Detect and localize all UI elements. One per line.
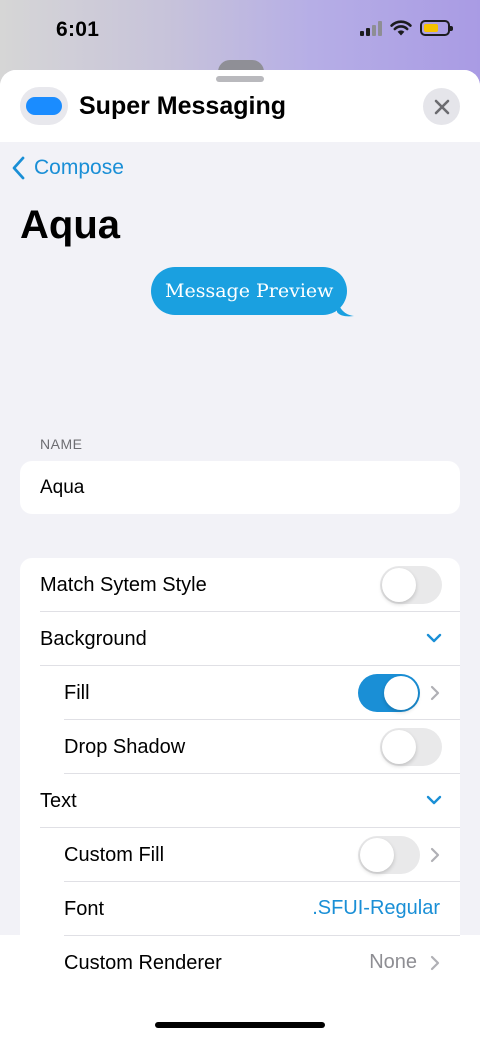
chevron-right-icon [430, 685, 440, 701]
status-bar: 6:01 [0, 0, 480, 64]
chevron-down-icon [426, 795, 442, 805]
match-system-style-toggle[interactable] [380, 566, 442, 604]
font-label: Font [64, 897, 105, 920]
app-title: Super Messaging [79, 92, 286, 120]
toggle-knob [384, 676, 418, 710]
chevron-right-icon [430, 847, 440, 863]
style-settings-group: Match Sytem Style Background Fill Drop S… [20, 558, 460, 991]
battery-level-fill [424, 24, 438, 32]
chevron-right-icon [430, 955, 440, 971]
name-field[interactable] [20, 461, 460, 514]
custom-renderer-row[interactable]: Custom Renderer None [20, 936, 460, 990]
font-row[interactable]: Font .SFUI-Regular [20, 882, 460, 936]
message-bubble-icon [26, 97, 62, 115]
drop-shadow-toggle[interactable] [380, 728, 442, 766]
app-icon [20, 87, 68, 125]
custom-renderer-label: Custom Renderer [64, 951, 222, 974]
wifi-icon [390, 20, 412, 36]
message-preview: Message Preview [151, 267, 355, 317]
fill-toggle[interactable] [358, 674, 420, 712]
match-system-style-label: Match Sytem Style [40, 573, 207, 596]
message-preview-text: Message Preview [165, 280, 334, 302]
drop-shadow-label: Drop Shadow [64, 735, 186, 758]
drop-shadow-row: Drop Shadow [20, 720, 460, 774]
custom-fill-label: Custom Fill [64, 843, 165, 866]
chevron-down-icon [426, 633, 442, 643]
bubble-tail-icon [337, 299, 355, 317]
toggle-knob [360, 838, 394, 872]
back-button[interactable]: Compose [12, 156, 124, 180]
sheet-grabber[interactable] [216, 76, 264, 82]
toggle-knob [382, 730, 416, 764]
settings-sheet: Super Messaging Compose Aqua Message Pre… [0, 70, 480, 1039]
font-value[interactable]: .SFUI-Regular [312, 897, 440, 920]
sheet-content: Compose Aqua Message Preview NAME Match … [0, 142, 480, 991]
cellular-signal-icon [360, 20, 382, 36]
close-button[interactable] [423, 88, 460, 125]
status-icons [360, 20, 453, 36]
close-icon [434, 99, 449, 114]
name-section-label: NAME [40, 436, 83, 452]
back-label: Compose [34, 156, 124, 179]
page-title: Aqua [20, 203, 120, 247]
chevron-left-icon [12, 156, 25, 180]
status-time: 6:01 [56, 18, 100, 41]
text-label: Text [40, 789, 77, 812]
sheet-header: Super Messaging [0, 70, 480, 142]
fill-row[interactable]: Fill [20, 666, 460, 720]
toggle-knob [382, 568, 416, 602]
custom-renderer-value: None [369, 951, 417, 973]
text-section-row[interactable]: Text [20, 774, 460, 828]
message-preview-bubble: Message Preview [151, 267, 348, 315]
battery-icon [420, 20, 453, 36]
home-indicator[interactable] [155, 1022, 325, 1028]
custom-fill-toggle[interactable] [358, 836, 420, 874]
custom-fill-row[interactable]: Custom Fill [20, 828, 460, 882]
background-label: Background [40, 627, 147, 650]
background-section-row[interactable]: Background [20, 612, 460, 666]
match-system-style-row: Match Sytem Style [20, 558, 460, 612]
fill-label: Fill [64, 681, 90, 704]
